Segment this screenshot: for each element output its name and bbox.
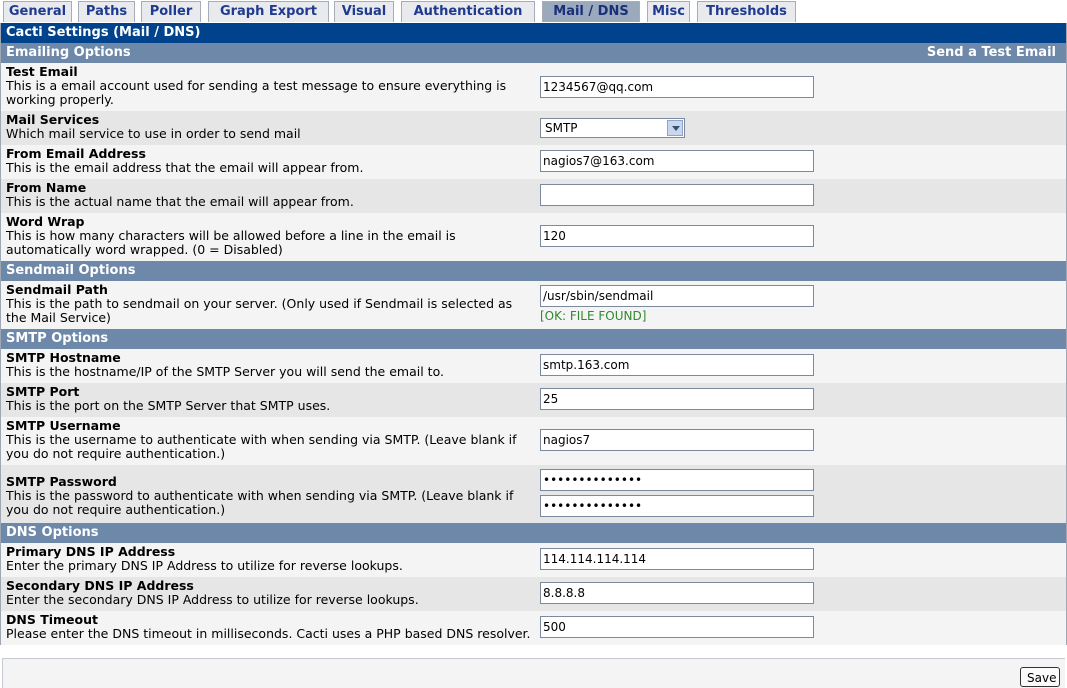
field-label: SMTP Username [6, 418, 121, 433]
row-from-email: From Email Address This is the email add… [1, 145, 1066, 179]
word-wrap-input[interactable] [540, 225, 814, 247]
field-description: Please enter the DNS timeout in millisec… [6, 626, 531, 641]
field-label: Primary DNS IP Address [6, 544, 176, 559]
row-mail-services: Mail Services Which mail service to use … [1, 111, 1066, 145]
field-description: This is the password to authenticate wit… [6, 488, 514, 517]
smtp-hostname-input[interactable] [540, 354, 814, 376]
row-dns-timeout: DNS Timeout Please enter the DNS timeout… [1, 611, 1066, 645]
tab-thresholds[interactable]: Thresholds [697, 1, 796, 22]
row-from-name: From Name This is the actual name that t… [1, 179, 1066, 213]
field-description: This is the path to sendmail on your ser… [6, 296, 513, 325]
row-word-wrap: Word Wrap This is how many characters wi… [1, 213, 1066, 261]
primary-dns-input[interactable] [540, 548, 814, 570]
row-secondary-dns: Secondary DNS IP Address Enter the secon… [1, 577, 1066, 611]
send-test-email-link[interactable]: Send a Test Email [927, 43, 1056, 63]
from-name-input[interactable] [540, 184, 814, 206]
tab-mail-dns[interactable]: Mail / DNS [542, 1, 640, 22]
tab-visual[interactable]: Visual [334, 1, 394, 22]
settings-panel: Cacti Settings (Mail / DNS) Emailing Opt… [0, 23, 1067, 645]
chevron-down-icon[interactable] [667, 120, 683, 136]
smtp-username-input[interactable] [540, 429, 814, 451]
field-description: This is the email address that the email… [6, 160, 364, 175]
field-label: SMTP Password [6, 474, 117, 489]
smtp-password-confirm-input[interactable] [540, 495, 814, 517]
selected-value: SMTP [545, 121, 578, 135]
tab-graph-export[interactable]: Graph Export [208, 1, 329, 22]
field-label: SMTP Hostname [6, 350, 121, 365]
row-smtp-hostname: SMTP Hostname This is the hostname/IP of… [1, 349, 1066, 383]
row-test-email: Test Email This is a email account used … [1, 63, 1066, 111]
field-label: DNS Timeout [6, 612, 98, 627]
section-dns-options: DNS Options [1, 523, 1066, 543]
smtp-password-input[interactable] [540, 469, 814, 491]
field-description: This is how many characters will be allo… [6, 228, 456, 257]
tab-paths[interactable]: Paths [78, 1, 135, 22]
tab-misc[interactable]: Misc [647, 1, 690, 22]
field-label: From Name [6, 180, 87, 195]
smtp-port-input[interactable] [540, 388, 814, 410]
secondary-dns-input[interactable] [540, 582, 814, 604]
field-label: Word Wrap [6, 214, 85, 229]
dns-timeout-input[interactable] [540, 616, 814, 638]
file-found-status: [OK: FILE FOUND] [540, 309, 647, 323]
field-label: Test Email [6, 64, 78, 79]
field-label: Mail Services [6, 112, 100, 127]
section-title: DNS Options [6, 525, 99, 540]
field-description: Which mail service to use in order to se… [6, 126, 301, 141]
page-title: Cacti Settings (Mail / DNS) [1, 23, 1066, 43]
section-title: SMTP Options [6, 331, 109, 346]
row-smtp-port: SMTP Port This is the port on the SMTP S… [1, 383, 1066, 417]
from-email-input[interactable] [540, 150, 814, 172]
field-label: Sendmail Path [6, 282, 108, 297]
field-description: Enter the secondary DNS IP Address to ut… [6, 592, 419, 607]
field-description: Enter the primary DNS IP Address to util… [6, 558, 403, 573]
row-smtp-password: SMTP Password This is the password to au… [1, 465, 1066, 523]
mail-services-select[interactable]: SMTP [540, 118, 685, 138]
tab-poller[interactable]: Poller [141, 1, 201, 22]
row-sendmail-path: Sendmail Path This is the path to sendma… [1, 281, 1066, 329]
form-footer: Save [2, 658, 1065, 688]
field-description: This is the actual name that the email w… [6, 194, 354, 209]
section-title: Sendmail Options [6, 263, 136, 278]
settings-tab-bar: General Paths Poller Graph Export Visual… [0, 0, 1067, 23]
test-email-input[interactable] [540, 76, 814, 98]
row-primary-dns: Primary DNS IP Address Enter the primary… [1, 543, 1066, 577]
save-button[interactable]: Save [1020, 667, 1060, 687]
row-smtp-username: SMTP Username This is the username to au… [1, 417, 1066, 465]
field-label: From Email Address [6, 146, 146, 161]
field-description: This is a email account used for sending… [6, 78, 507, 107]
field-label: Secondary DNS IP Address [6, 578, 194, 593]
field-label: SMTP Port [6, 384, 80, 399]
section-sendmail-options: Sendmail Options [1, 261, 1066, 281]
tab-general[interactable]: General [3, 1, 72, 22]
tab-authentication[interactable]: Authentication [401, 1, 535, 22]
sendmail-path-input[interactable] [540, 285, 814, 307]
section-emailing-options: Emailing Options Send a Test Email [1, 43, 1066, 63]
section-title: Emailing Options [6, 45, 131, 60]
section-smtp-options: SMTP Options [1, 329, 1066, 349]
field-description: This is the port on the SMTP Server that… [6, 398, 331, 413]
field-description: This is the hostname/IP of the SMTP Serv… [6, 364, 444, 379]
field-description: This is the username to authenticate wit… [6, 432, 517, 461]
